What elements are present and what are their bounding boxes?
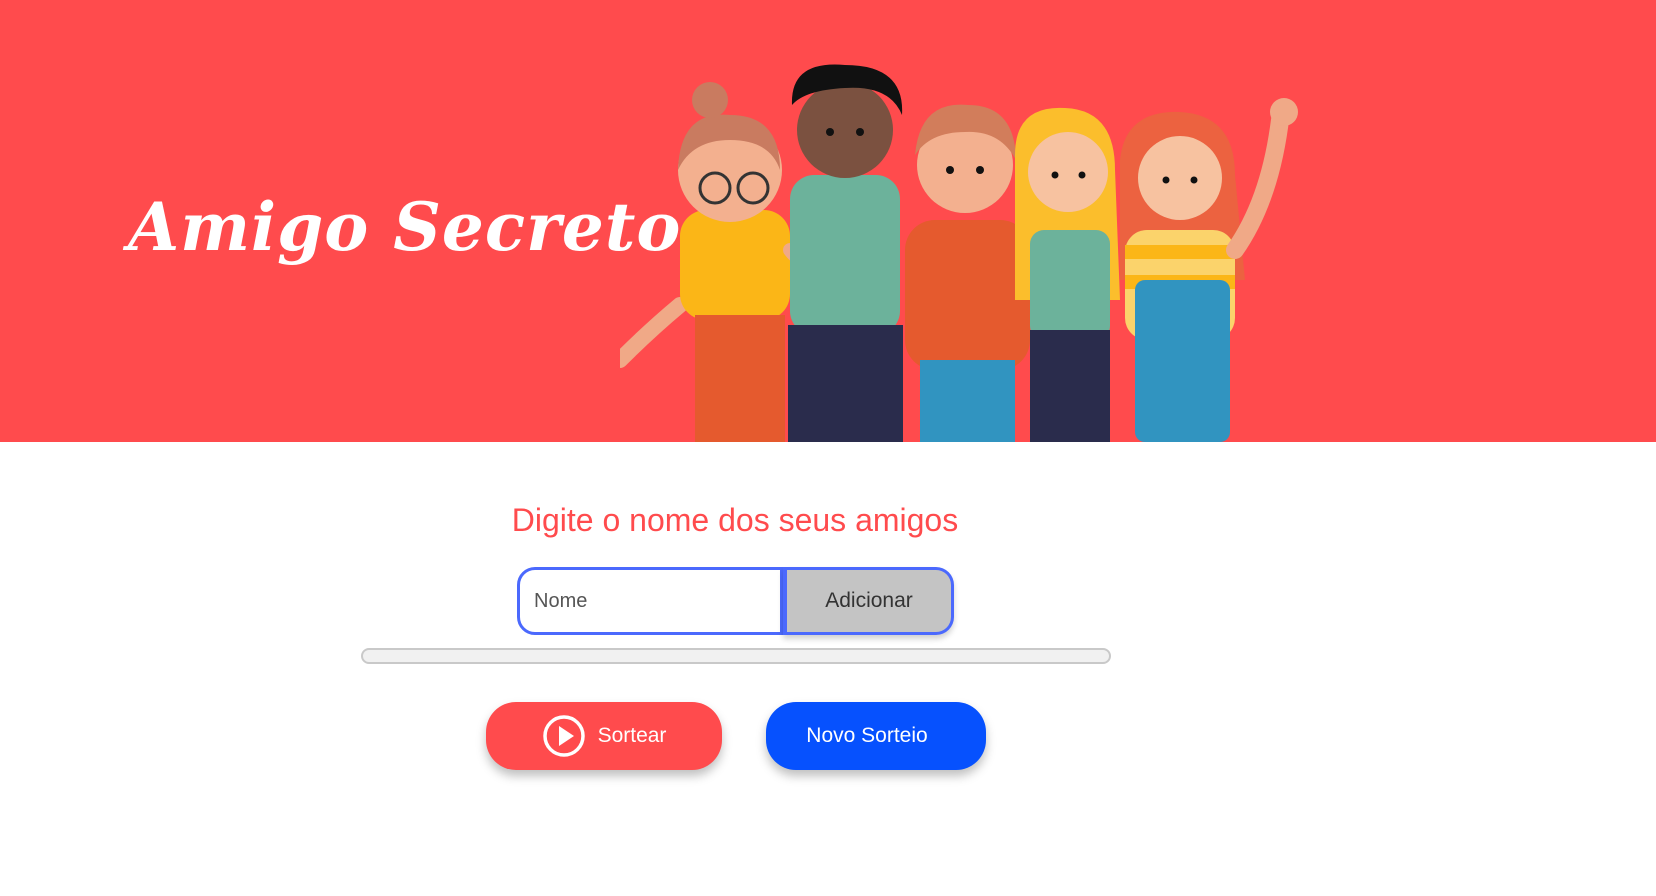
new-draw-button[interactable]: Novo Sorteio bbox=[766, 702, 986, 770]
play-circle-icon bbox=[542, 714, 586, 758]
friend-figure bbox=[905, 104, 1030, 442]
section-prompt: Digite o nome dos seus amigos bbox=[511, 502, 959, 538]
add-button[interactable]: Adicionar bbox=[783, 567, 954, 635]
page-title: Amigo Secreto bbox=[128, 188, 682, 266]
friend-figure bbox=[1015, 107, 1120, 442]
friend-figure bbox=[1120, 98, 1298, 442]
draw-button-label: Sortear bbox=[597, 724, 667, 747]
add-friend-form: Adicionar bbox=[517, 567, 954, 635]
friends-list bbox=[361, 648, 1111, 664]
name-input[interactable] bbox=[517, 567, 783, 635]
header-banner: Amigo Secreto bbox=[0, 0, 1656, 442]
group-of-friends-illustration bbox=[620, 64, 1298, 442]
friend-figure bbox=[620, 82, 817, 442]
page: Amigo Secreto Digite o nome dos seus ami… bbox=[0, 0, 1656, 896]
friend-figure bbox=[788, 64, 903, 442]
draw-button[interactable]: Sortear bbox=[486, 702, 722, 770]
